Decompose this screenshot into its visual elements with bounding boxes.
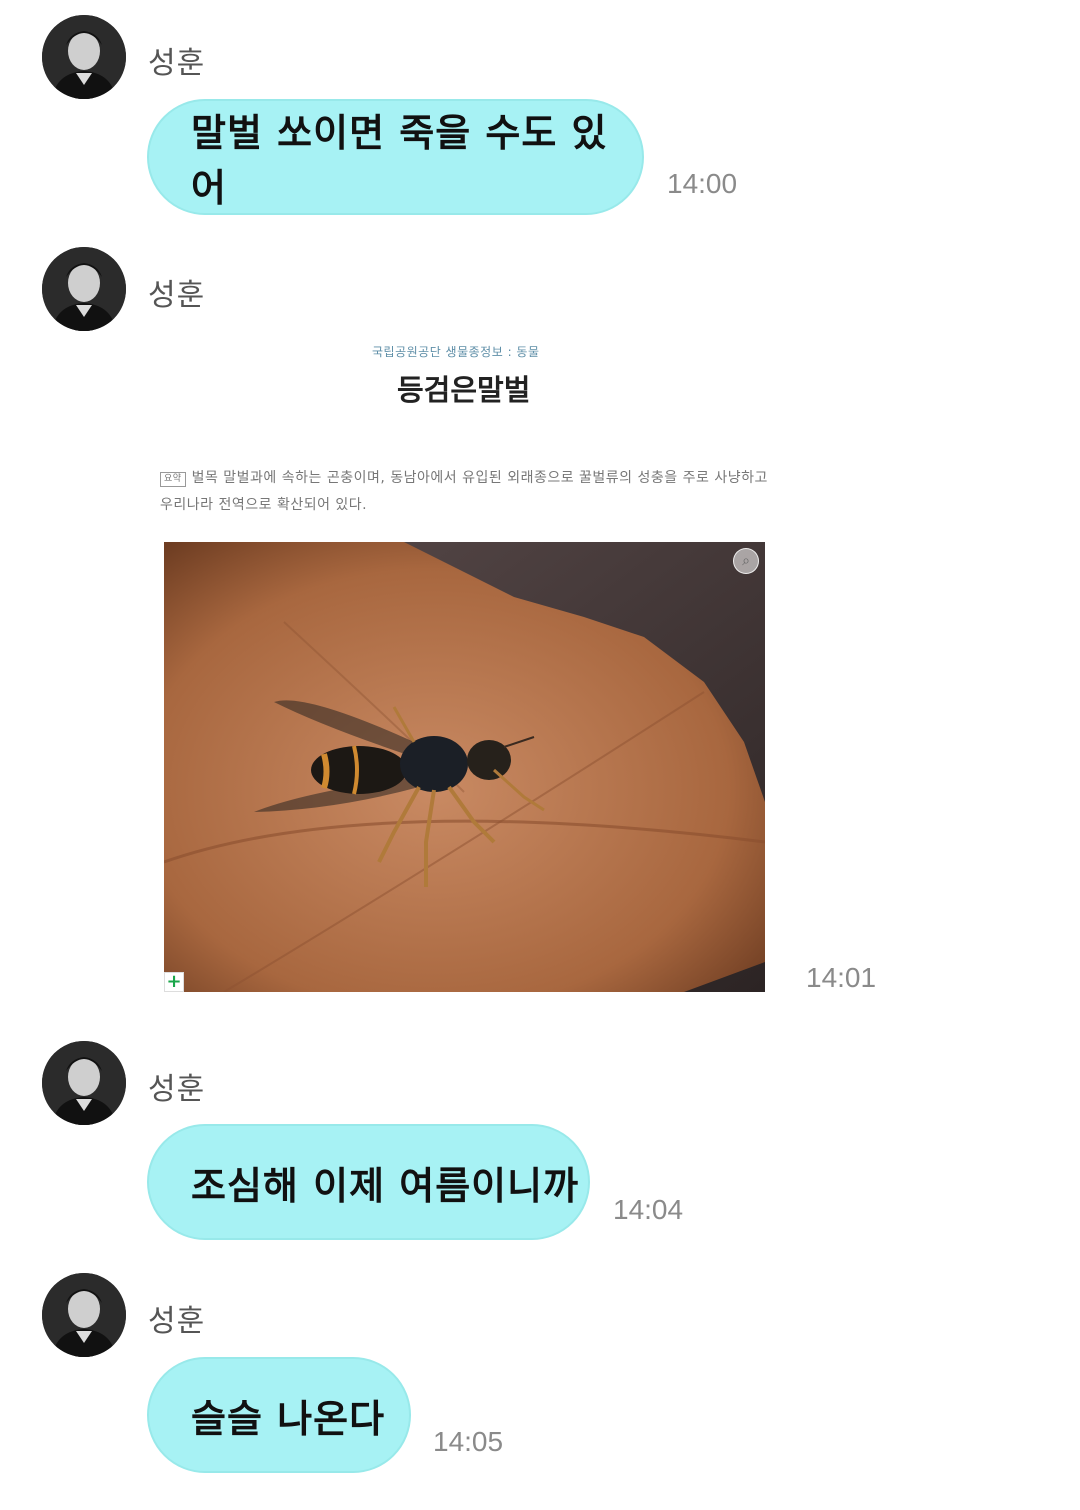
plus-icon[interactable]: + xyxy=(164,972,184,992)
message-text: 슬슬 나온다 xyxy=(191,1396,386,1441)
message-bubble[interactable]: 조심해 이제 여름이니까 xyxy=(147,1124,590,1240)
card-summary: 요약 벌목 말벌과에 속하는 곤충이며, 동남아에서 유입된 외래종으로 꿀벌류의… xyxy=(160,465,770,519)
sender-name: 성훈 xyxy=(148,1072,206,1107)
avatar[interactable] xyxy=(42,247,126,331)
card-source: 국립공원공단 생물종정보 : 동물 xyxy=(372,345,540,359)
message-bubble[interactable]: 말벌 쏘이면 죽을 수도 있어 xyxy=(147,99,644,215)
avatar[interactable] xyxy=(42,15,126,99)
message-time: 14:05 xyxy=(433,1426,504,1457)
avatar[interactable] xyxy=(42,1273,126,1357)
message-bubble[interactable]: 슬슬 나온다 xyxy=(147,1357,411,1473)
message-time: 14:04 xyxy=(613,1194,684,1225)
summary-text: 벌목 말벌과에 속하는 곤충이며, 동남아에서 유입된 외래종으로 꿀벌류의 성… xyxy=(160,470,768,513)
shared-info-card[interactable]: 국립공원공단 생물종정보 : 동물 등검은말벌 요약 벌목 말벌과에 속하는 곤충… xyxy=(147,325,777,1005)
message-time: 14:00 xyxy=(667,168,738,199)
message-text: 말벌 쏘이면 죽을 수도 있어 xyxy=(191,111,608,210)
message-time: 14:01 xyxy=(806,962,877,993)
sender-name: 성훈 xyxy=(148,278,206,313)
hornet-photo[interactable]: ⌕ + xyxy=(164,542,765,992)
sender-name: 성훈 xyxy=(148,46,206,81)
summary-tag: 요약 xyxy=(160,472,186,487)
image-search-icon[interactable]: ⌕ xyxy=(733,548,759,574)
hornet-image xyxy=(164,542,765,992)
avatar[interactable] xyxy=(42,1041,126,1125)
card-title: 등검은말벌 xyxy=(397,373,531,407)
sender-name: 성훈 xyxy=(148,1304,206,1339)
message-text: 조심해 이제 여름이니까 xyxy=(191,1163,580,1208)
